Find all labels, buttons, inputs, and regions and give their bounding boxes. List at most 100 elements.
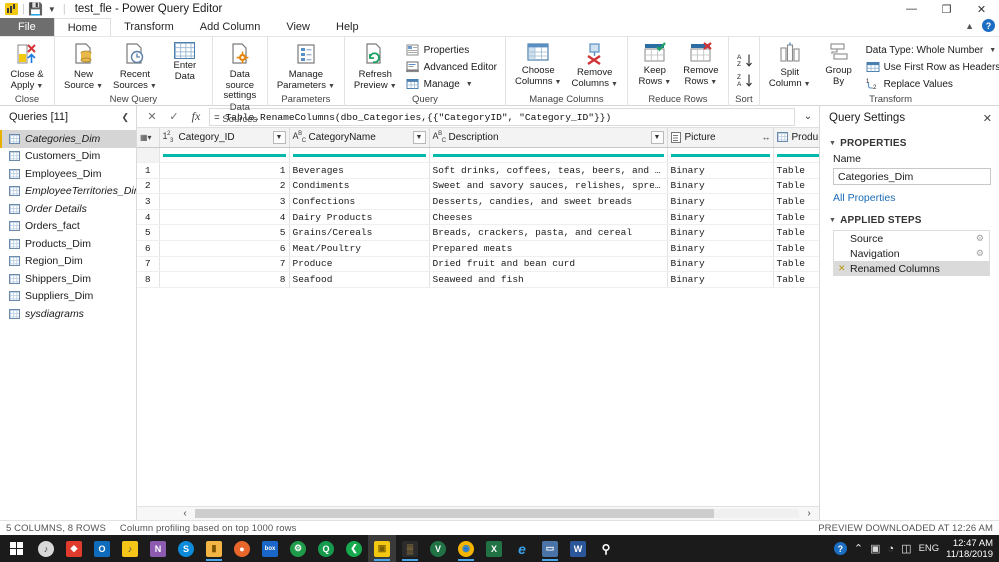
cell-picture[interactable]: Binary [667, 162, 774, 179]
applied-step-source[interactable]: Source ⚙ [834, 231, 989, 246]
cell-category-id[interactable]: 1 [159, 162, 290, 179]
cell-category-id[interactable]: 4 [159, 209, 290, 226]
cell-categoryname[interactable]: Condiments [289, 178, 430, 195]
gear-icon[interactable]: ⚙ [976, 233, 989, 244]
cell-categoryname[interactable]: Grains/Cereals [289, 224, 430, 242]
taskbar-search[interactable]: ⚲ [592, 535, 620, 562]
taskbar-tableau[interactable]: ▒ [396, 535, 424, 562]
group-by-button[interactable]: Group By [817, 40, 861, 87]
advanced-editor-button[interactable]: Advanced Editor [403, 59, 500, 75]
remove-columns-button[interactable]: Remove Columns ▼ [567, 40, 621, 90]
query-name-input[interactable]: Categories_Dim [833, 168, 991, 185]
cell-products[interactable]: Table [773, 178, 819, 195]
tab-view[interactable]: View [273, 18, 323, 36]
insert-step-fx-icon[interactable]: fx [185, 108, 207, 126]
query-item-employees-dim[interactable]: Employees_Dim [0, 165, 136, 183]
table-row[interactable]: 7 7 Produce Dried fruit and bean curd Bi… [137, 256, 819, 273]
horizontal-scrollbar[interactable]: ‹ › [137, 506, 819, 520]
cell-category-id[interactable]: 7 [159, 256, 290, 273]
query-item-sysdiagrams[interactable]: sysdiagrams [0, 305, 136, 323]
cell-description[interactable]: Desserts, candies, and sweet breads [429, 193, 668, 210]
taskbar-firefox[interactable]: ● [228, 535, 256, 562]
data-type-button[interactable]: Data Type: Whole Number ▼ [863, 42, 999, 58]
manage-button[interactable]: Manage ▼ [403, 76, 500, 92]
new-source-button[interactable]: New Source ▼ [60, 40, 107, 92]
cell-category-id[interactable]: 6 [159, 240, 290, 257]
data-source-settings-button[interactable]: Data source settings [218, 40, 262, 102]
cell-categoryname[interactable]: Seafood [289, 271, 430, 288]
applied-step-renamed-columns[interactable]: ✕ Renamed Columns [834, 261, 989, 276]
formula-cancel-button[interactable]: ✕ [141, 108, 163, 126]
close-query-settings-icon[interactable]: ✕ [983, 112, 992, 125]
cell-picture[interactable]: Binary [667, 209, 774, 226]
applied-steps-section-header[interactable]: ▼ APPLIED STEPS [829, 215, 990, 226]
select-all-corner[interactable]: ▦▾ [137, 128, 160, 148]
cell-picture[interactable]: Binary [667, 193, 774, 210]
scroll-right-button[interactable]: › [799, 508, 819, 519]
quick-access-dropdown-icon[interactable]: ▼ [45, 3, 59, 16]
cell-description[interactable]: Cheeses [429, 209, 668, 226]
tray-expand-icon[interactable]: ⌃ [854, 542, 863, 555]
sort-ascending-button[interactable]: A Z [734, 52, 754, 68]
taskbar-dropbox[interactable]: box [256, 535, 284, 562]
taskbar-skype[interactable]: S [172, 535, 200, 562]
cell-picture[interactable]: Binary [667, 224, 774, 242]
start-button[interactable] [2, 535, 32, 562]
cell-category-id[interactable]: 8 [159, 271, 290, 288]
cell-products[interactable]: Table [773, 209, 819, 226]
taskbar-spss[interactable]: ⚙ [284, 535, 312, 562]
all-properties-link[interactable]: All Properties [833, 192, 990, 204]
query-item-customers-dim[interactable]: Customers_Dim [0, 148, 136, 166]
properties-section-header[interactable]: ▼ PROPERTIES [829, 138, 990, 149]
tray-battery-icon[interactable]: ◫ [901, 542, 911, 555]
taskbar-excel[interactable]: X [480, 535, 508, 562]
taskbar-media-player[interactable]: ◆ [60, 535, 88, 562]
column-header-products[interactable]: Products [773, 128, 819, 148]
cell-products[interactable]: Table [773, 193, 819, 210]
tab-file[interactable]: File [0, 18, 54, 36]
cell-categoryname[interactable]: Meat/Poultry [289, 240, 430, 257]
tray-clock[interactable]: 12:47 AM 11/18/2019 [946, 538, 993, 560]
table-row[interactable]: 1 1 Beverages Soft drinks, coffees, teas… [137, 162, 819, 179]
query-item-shippers-dim[interactable]: Shippers_Dim [0, 270, 136, 288]
expand-column-icon[interactable]: ↔ [762, 132, 771, 142]
formula-confirm-button[interactable]: ✓ [163, 108, 185, 126]
refresh-preview-button[interactable]: Refresh Preview ▼ [350, 40, 401, 92]
column-filter-dropdown-icon[interactable]: ▼ [272, 130, 286, 144]
sort-descending-button[interactable]: Z A [734, 72, 754, 88]
cell-categoryname[interactable]: Dairy Products [289, 209, 430, 226]
taskbar-word[interactable]: W [564, 535, 592, 562]
column-header-description[interactable]: ABC Description ▼ [429, 128, 668, 148]
tab-add-column[interactable]: Add Column [187, 18, 274, 36]
query-item-categories-dim[interactable]: Categories_Dim [0, 130, 136, 148]
taskbar-internet-explorer[interactable]: e [508, 535, 536, 562]
cell-description[interactable]: Breads, crackers, pasta, and cereal [429, 224, 668, 242]
cell-products[interactable]: Table [773, 162, 819, 179]
recent-sources-button[interactable]: Recent Sources ▼ [109, 40, 161, 92]
table-row[interactable]: 8 8 Seafood Seaweed and fish Binary Tabl… [137, 271, 819, 288]
scroll-left-button[interactable]: ‹ [175, 508, 195, 519]
tab-transform[interactable]: Transform [111, 18, 187, 36]
use-first-row-as-headers-button[interactable]: Use First Row as Headers▼ [863, 59, 999, 75]
taskbar-chrome[interactable]: ◉ [452, 535, 480, 562]
taskbar-sticky-notes[interactable]: ♪ [116, 535, 144, 562]
cell-description[interactable]: Soft drinks, coffees, teas, beers, and a… [429, 162, 668, 179]
gear-icon[interactable]: ⚙ [976, 248, 989, 259]
taskbar-share[interactable]: ❮ [340, 535, 368, 562]
taskbar-visio[interactable]: V [424, 535, 452, 562]
table-row[interactable]: 5 5 Grains/Cereals Breads, crackers, pas… [137, 224, 819, 242]
tray-security-icon[interactable]: ▣ [870, 542, 880, 555]
cell-description[interactable]: Sweet and savory sauces, relishes, sprea… [429, 178, 668, 195]
query-item-order-details[interactable]: Order Details [0, 200, 136, 218]
enter-data-button[interactable]: Enter Data [163, 40, 207, 82]
cell-category-id[interactable]: 3 [159, 193, 290, 210]
cell-description[interactable]: Prepared meats [429, 240, 668, 257]
cell-picture[interactable]: Binary [667, 256, 774, 273]
properties-button[interactable]: Properties [403, 42, 500, 58]
taskbar-outlook[interactable]: O [88, 535, 116, 562]
split-column-button[interactable]: Split Column ▼ [765, 40, 815, 90]
tray-language[interactable]: ENG [919, 543, 940, 554]
taskbar-qlik[interactable]: Q [312, 535, 340, 562]
collapse-queries-icon[interactable]: ❮ [121, 112, 129, 123]
cell-picture[interactable]: Binary [667, 271, 774, 288]
